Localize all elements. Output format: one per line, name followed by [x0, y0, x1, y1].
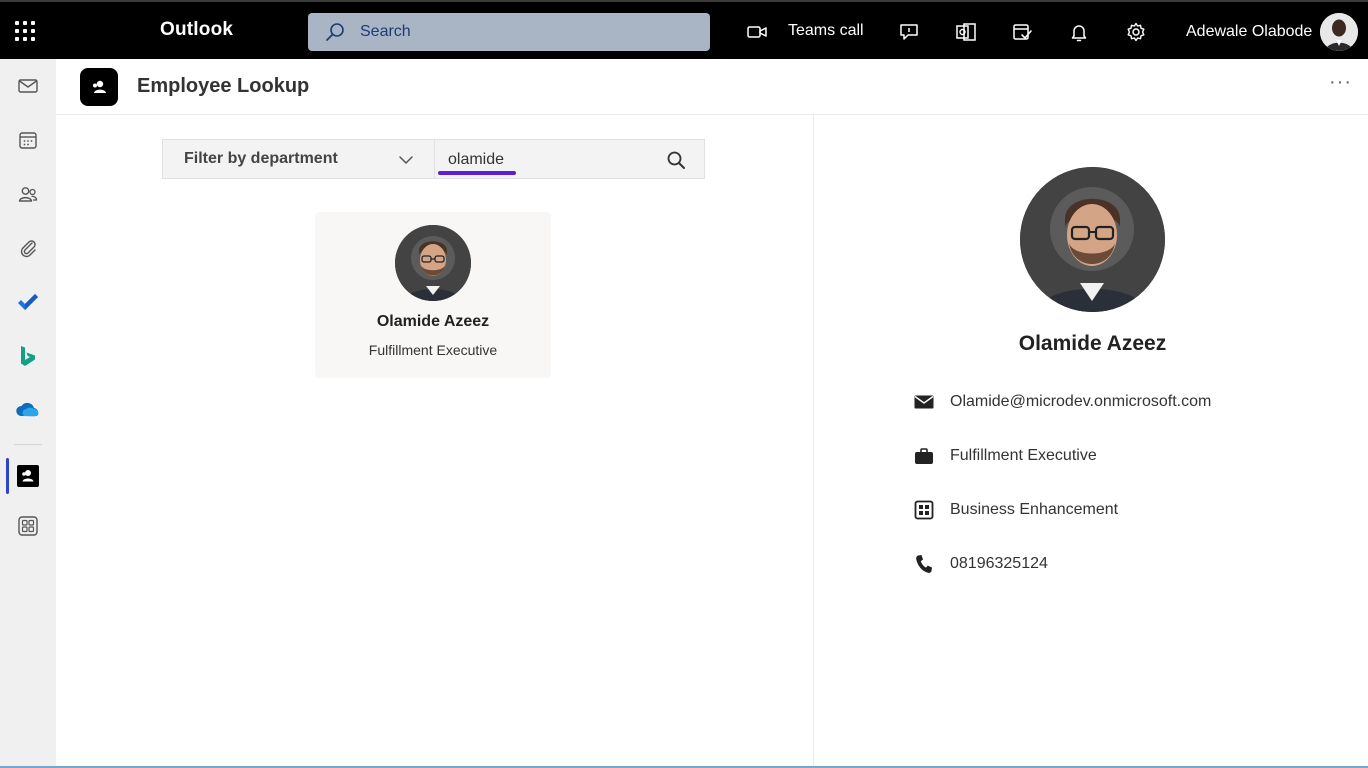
chevron-down-icon — [399, 156, 413, 164]
global-search-box[interactable]: Search — [308, 13, 710, 51]
employee-phone[interactable]: 08196325124 — [950, 555, 1048, 573]
employee-search-input[interactable]: olamide — [434, 139, 705, 179]
employee-job-title: Fulfillment Executive — [950, 447, 1097, 464]
rail-calendar[interactable] — [14, 126, 42, 154]
rail-people[interactable] — [14, 180, 42, 208]
account-avatar[interactable] — [1320, 13, 1358, 51]
outlook-brand[interactable]: Outlook — [160, 19, 233, 41]
phone-icon — [913, 553, 935, 575]
rail-employee-lookup[interactable] — [14, 462, 42, 490]
todo-check-icon — [18, 294, 38, 310]
global-search-placeholder: Search — [360, 23, 411, 40]
rail-divider — [14, 444, 42, 445]
person-badge-icon — [93, 80, 106, 93]
employee-lookup-icon — [17, 465, 39, 487]
employee-lookup-logo — [80, 68, 118, 106]
briefcase-icon — [913, 445, 935, 467]
detail-job-row: Fulfillment Executive — [913, 445, 1097, 467]
search-results-pane: Filter by department olamide Olamide Aze… — [56, 115, 814, 768]
video-camera-icon[interactable] — [746, 21, 768, 43]
bell-icon[interactable] — [1068, 21, 1090, 43]
rail-more-apps[interactable] — [14, 512, 42, 540]
rail-onedrive[interactable] — [14, 396, 42, 424]
gear-icon[interactable] — [1125, 21, 1147, 43]
active-app-indicator — [6, 458, 9, 494]
employee-detail-avatar — [1020, 167, 1165, 312]
department-filter-dropdown[interactable]: Filter by department — [162, 139, 434, 179]
search-icon — [326, 23, 344, 41]
employee-card-avatar — [395, 225, 471, 301]
employee-detail-pane: Olamide Azeez Olamide@microdev.onmicroso… — [815, 115, 1368, 768]
building-icon — [913, 499, 935, 521]
department-filter-label: Filter by department — [184, 150, 338, 167]
teams-call-button[interactable]: Teams call — [788, 22, 864, 40]
page-title: Employee Lookup — [137, 75, 310, 97]
rail-mail[interactable] — [14, 72, 42, 100]
detail-department-row: Business Enhancement — [913, 499, 1118, 521]
calendar-icon — [19, 132, 37, 149]
employee-card-name: Olamide Azeez — [376, 313, 490, 330]
apps-grid-icon — [18, 516, 38, 536]
employee-card[interactable]: Olamide Azeez Fulfillment Executive — [315, 212, 551, 378]
employee-card-role: Fulfillment Executive — [368, 342, 498, 358]
more-options-icon[interactable]: ··· — [1329, 71, 1352, 94]
top-bar: Outlook Search Teams call Adewale Olabod… — [0, 0, 1368, 59]
mail-icon — [18, 79, 38, 93]
employee-search-value: olamide — [448, 151, 505, 168]
detail-phone-row: 08196325124 — [913, 553, 1048, 575]
employee-detail-name: Olamide Azeez — [1018, 332, 1167, 355]
my-day-icon[interactable] — [1011, 21, 1033, 43]
onedrive-cloud-icon — [16, 402, 39, 417]
mail-icon — [913, 391, 935, 413]
detail-email-row: Olamide@microdev.onmicrosoft.com — [913, 391, 1211, 413]
office-app-icon[interactable] — [955, 21, 977, 43]
rail-bing[interactable] — [14, 342, 42, 370]
paperclip-icon — [20, 240, 36, 258]
employee-email[interactable]: Olamide@microdev.onmicrosoft.com — [950, 393, 1211, 411]
search-icon[interactable] — [666, 150, 686, 170]
rail-files[interactable] — [14, 234, 42, 262]
account-name[interactable]: Adewale Olabode — [1186, 23, 1312, 41]
employee-department: Business Enhancement — [950, 501, 1119, 518]
left-app-rail — [0, 59, 56, 768]
search-focus-underline — [438, 171, 516, 175]
rail-todo[interactable] — [14, 288, 42, 316]
bing-icon — [21, 346, 35, 366]
feedback-icon[interactable] — [898, 21, 920, 43]
people-icon — [18, 187, 38, 202]
app-launcher-icon[interactable] — [14, 20, 36, 42]
app-header: Employee Lookup ··· — [56, 59, 1368, 115]
